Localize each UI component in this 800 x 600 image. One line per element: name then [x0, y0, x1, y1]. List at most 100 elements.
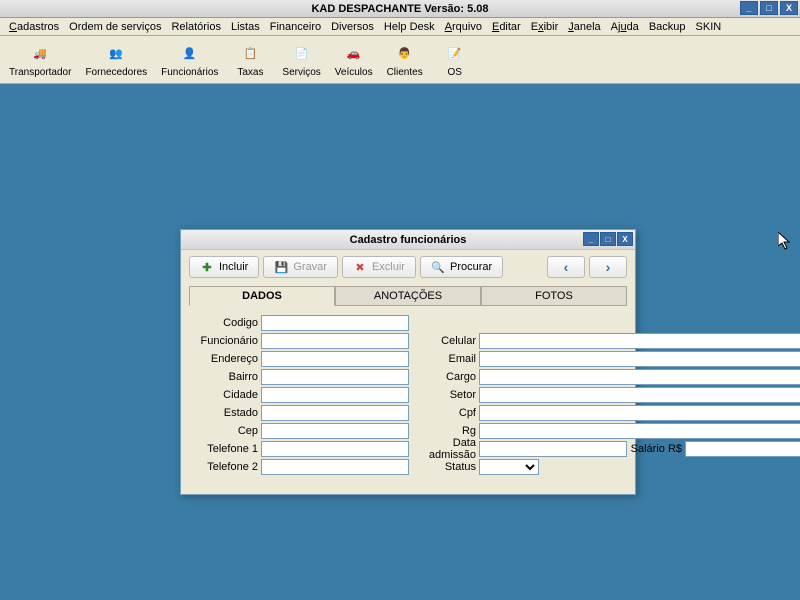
tab-anotacoes[interactable]: ANOTAÇÕES — [335, 286, 481, 305]
label-salario: Salário R$ — [627, 443, 685, 455]
toolbar-funcionarios[interactable]: 👤Funcionários — [154, 38, 225, 82]
incluir-button[interactable]: ✚Incluir — [189, 256, 259, 278]
endereco-field[interactable] — [261, 351, 409, 367]
search-icon: 🔍 — [431, 260, 445, 274]
label-dataadmissao: Data admissão — [409, 437, 479, 461]
celular-field[interactable] — [479, 333, 800, 349]
menu-listas[interactable]: Listas — [226, 21, 265, 33]
label-funcionario: Funcionário — [199, 335, 261, 347]
cpf-field[interactable] — [479, 405, 800, 421]
child-title: Cadastro funcionários — [350, 234, 467, 246]
menu-editar[interactable]: Editar — [487, 21, 526, 33]
main-window-controls: _ □ X — [740, 1, 798, 15]
chevron-right-icon: › — [606, 259, 611, 275]
label-cidade: Cidade — [199, 389, 261, 401]
next-button[interactable]: › — [589, 256, 627, 278]
telefone1-field[interactable] — [261, 441, 409, 457]
app-title: KAD DESPACHANTE Versão: 5.08 — [311, 3, 488, 15]
excluir-button[interactable]: ✖Excluir — [342, 256, 416, 278]
label-rg: Rg — [409, 425, 479, 437]
label-estado: Estado — [199, 407, 261, 419]
delete-icon: ✖ — [353, 260, 367, 274]
menu-cadastros[interactable]: Cadastros — [4, 21, 64, 33]
suppliers-icon: 👥 — [104, 41, 128, 65]
mdi-desktop: Cadastro funcionários _ □ X ✚Incluir 💾Gr… — [0, 84, 800, 600]
menu-skin[interactable]: SKIN — [691, 21, 727, 33]
toolbar-servicos[interactable]: 📄Serviços — [275, 38, 327, 82]
vehicles-icon: 🚗 — [342, 41, 366, 65]
dataadmissao-field[interactable] — [479, 441, 627, 457]
funcionario-field[interactable] — [261, 333, 409, 349]
toolbar-os[interactable]: 📝OS — [430, 38, 480, 82]
status-select[interactable] — [479, 459, 539, 475]
menu-relatorios[interactable]: Relatórios — [166, 21, 226, 33]
telefone2-field[interactable] — [261, 459, 409, 475]
previous-button[interactable]: ‹ — [547, 256, 585, 278]
salario-field[interactable] — [685, 441, 800, 457]
label-cpf: Cpf — [409, 407, 479, 419]
tabs: DADOS ANOTAÇÕES FOTOS — [181, 286, 635, 305]
cidade-field[interactable] — [261, 387, 409, 403]
os-icon: 📝 — [443, 41, 467, 65]
save-icon: 💾 — [274, 260, 288, 274]
close-button[interactable]: X — [780, 1, 798, 15]
menu-financeiro[interactable]: Financeiro — [265, 21, 326, 33]
rg-field[interactable] — [479, 423, 800, 439]
procurar-button[interactable]: 🔍Procurar — [420, 256, 503, 278]
child-maximize-button[interactable]: □ — [600, 232, 616, 246]
clients-icon: 👨 — [393, 41, 417, 65]
label-telefone2: Telefone 2 — [199, 461, 261, 473]
gravar-button[interactable]: 💾Gravar — [263, 256, 338, 278]
child-window-cadastro-funcionarios: Cadastro funcionários _ □ X ✚Incluir 💾Gr… — [180, 229, 636, 495]
estado-field[interactable] — [261, 405, 409, 421]
minimize-button[interactable]: _ — [740, 1, 758, 15]
codigo-field[interactable] — [261, 315, 409, 331]
menu-diversos[interactable]: Diversos — [326, 21, 379, 33]
services-icon: 📄 — [290, 41, 314, 65]
menu-backup[interactable]: Backup — [644, 21, 691, 33]
menu-arquivo[interactable]: Arquivo — [440, 21, 487, 33]
menu-janela[interactable]: Janela — [563, 21, 605, 33]
label-endereco: Endereço — [199, 353, 261, 365]
maximize-button[interactable]: □ — [760, 1, 778, 15]
menu-ajuda[interactable]: Ajuda — [606, 21, 644, 33]
menubar: Cadastros Ordem de serviços Relatórios L… — [0, 18, 800, 36]
child-window-controls: _ □ X — [583, 232, 633, 246]
tab-content-dados: Codigo Funcionário Endereço Bairro Cidad… — [189, 305, 627, 486]
menu-exibir[interactable]: Exibir — [526, 21, 564, 33]
bairro-field[interactable] — [261, 369, 409, 385]
toolbar-taxas[interactable]: 📋Taxas — [225, 38, 275, 82]
chevron-left-icon: ‹ — [564, 259, 569, 275]
label-cep: Cep — [199, 425, 261, 437]
toolbar-veiculos[interactable]: 🚗Veículos — [328, 38, 380, 82]
label-setor: Setor — [409, 389, 479, 401]
child-minimize-button[interactable]: _ — [583, 232, 599, 246]
label-cargo: Cargo — [409, 371, 479, 383]
truck-icon: 🚚 — [28, 41, 52, 65]
label-status: Status — [409, 461, 479, 473]
toolbar-transportador[interactable]: 🚚Transportador — [2, 38, 78, 82]
toolbar-fornecedores[interactable]: 👥Fornecedores — [78, 38, 154, 82]
label-celular: Celular — [409, 335, 479, 347]
label-email: Email — [409, 353, 479, 365]
cargo-field[interactable] — [479, 369, 800, 385]
cep-field[interactable] — [261, 423, 409, 439]
cursor-icon — [778, 232, 794, 252]
plus-icon: ✚ — [200, 260, 214, 274]
label-telefone1: Telefone 1 — [199, 443, 261, 455]
tab-fotos[interactable]: FOTOS — [481, 286, 627, 305]
setor-field[interactable] — [479, 387, 800, 403]
menu-ordem-servicos[interactable]: Ordem de serviços — [64, 21, 166, 33]
toolbar-clientes[interactable]: 👨Clientes — [380, 38, 430, 82]
taxes-icon: 📋 — [238, 41, 262, 65]
main-titlebar: KAD DESPACHANTE Versão: 5.08 _ □ X — [0, 0, 800, 18]
menu-helpdesk[interactable]: Help Desk — [379, 21, 440, 33]
tab-dados[interactable]: DADOS — [189, 286, 335, 306]
child-close-button[interactable]: X — [617, 232, 633, 246]
child-toolbar: ✚Incluir 💾Gravar ✖Excluir 🔍Procurar ‹ › — [181, 250, 635, 284]
child-titlebar[interactable]: Cadastro funcionários _ □ X — [181, 230, 635, 250]
label-codigo: Codigo — [199, 317, 261, 329]
employees-icon: 👤 — [178, 41, 202, 65]
email-field[interactable] — [479, 351, 800, 367]
main-toolbar: 🚚Transportador 👥Fornecedores 👤Funcionári… — [0, 36, 800, 84]
